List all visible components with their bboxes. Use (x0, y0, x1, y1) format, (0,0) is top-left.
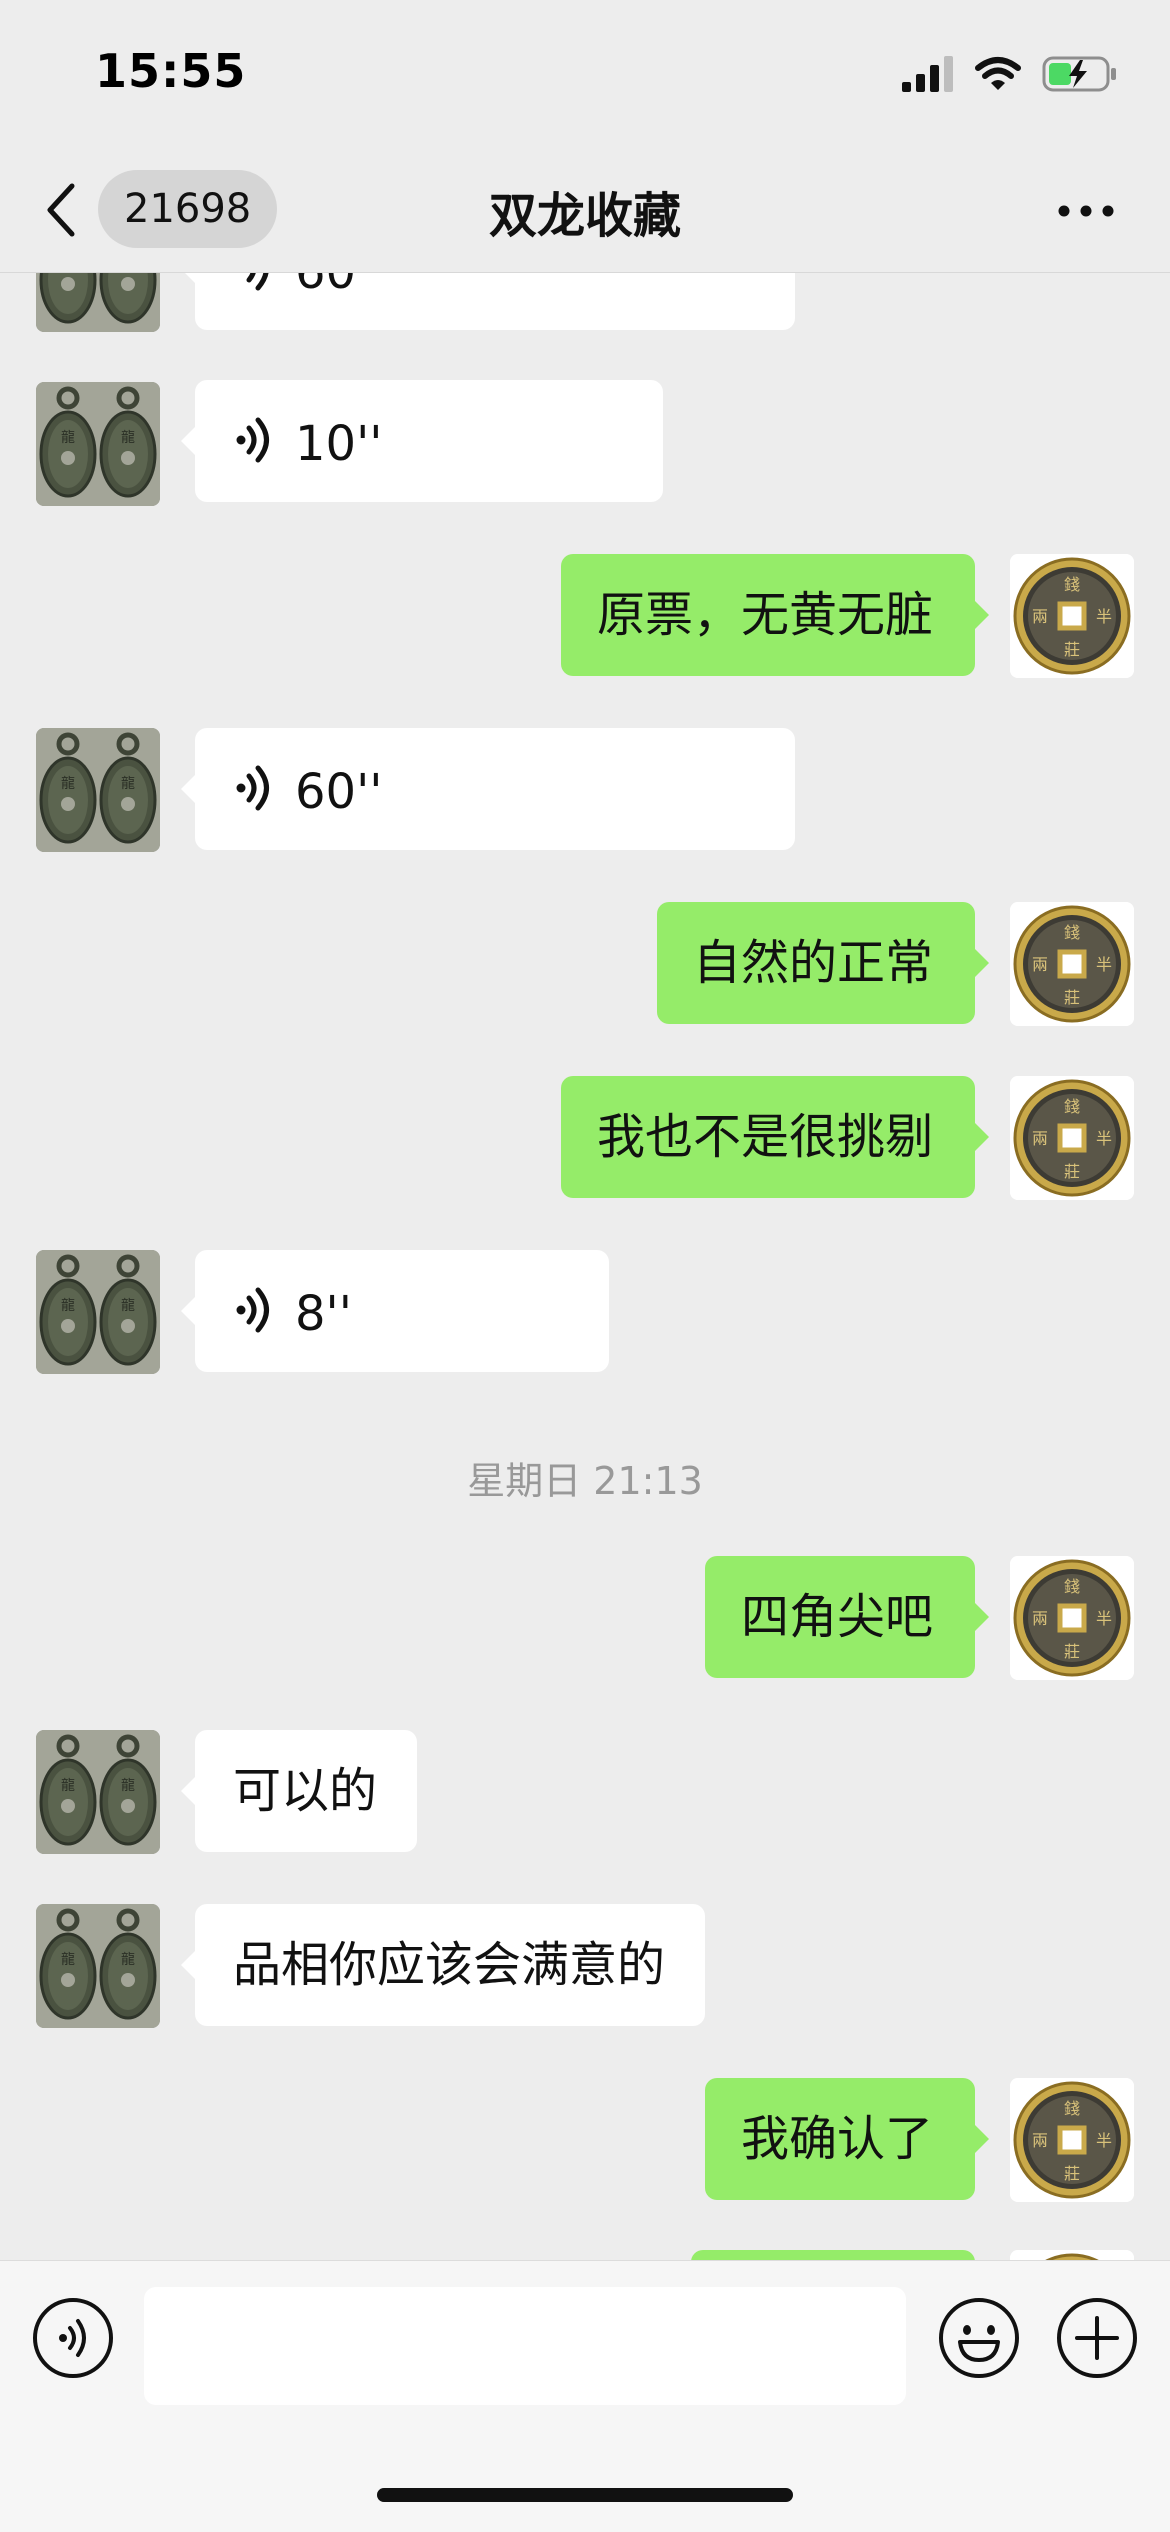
text-message-bubble[interactable]: 自然的正常 (656, 902, 990, 1024)
voice-message-bubble[interactable]: 60'' (181, 728, 795, 850)
more-dots-icon[interactable] (1054, 186, 1118, 236)
voice-message-icon (233, 416, 277, 464)
status-icons (902, 50, 1118, 98)
contact-avatar[interactable] (36, 1730, 160, 1854)
contact-avatar[interactable] (36, 1250, 160, 1374)
text-message-bubble[interactable]: 可以的 (180, 1730, 418, 1852)
voice-message-icon (233, 764, 277, 812)
voice-message-bubble[interactable]: 10'' (181, 380, 663, 502)
contact-avatar[interactable] (36, 382, 160, 506)
text-message-bubble[interactable]: 我也不是很挑剔 (560, 1076, 990, 1198)
text-message-bubble[interactable] (691, 2250, 975, 2260)
chat-screen: 15:55 21698 双龙收藏 60'' 10'' 原票，无黄无脏 60'' … (0, 0, 1170, 2532)
battery-charging-icon (1042, 56, 1116, 92)
text-message-bubble[interactable]: 我确认了 (704, 2078, 990, 2200)
text-message-bubble[interactable]: 原票，无黄无脏 (560, 554, 990, 676)
contact-avatar[interactable] (36, 1904, 160, 2028)
voice-icon[interactable] (32, 2297, 114, 2379)
contact-avatar[interactable] (36, 272, 160, 332)
signal-icon (902, 56, 953, 92)
voice-duration: 8'' (295, 1286, 352, 1342)
plus-icon[interactable] (1056, 2297, 1138, 2379)
voice-message-bubble[interactable]: 8'' (181, 1250, 609, 1372)
my-avatar[interactable] (1010, 2078, 1134, 2202)
my-avatar[interactable] (1010, 1076, 1134, 1200)
status-bar: 15:55 (0, 0, 1170, 150)
emoji-icon[interactable] (938, 2297, 1020, 2379)
voice-duration: 10'' (295, 416, 383, 472)
my-avatar[interactable] (1010, 1556, 1134, 1680)
home-indicator[interactable] (377, 2488, 793, 2502)
text-message-bubble[interactable]: 四角尖吧 (704, 1556, 990, 1678)
message-input[interactable] (144, 2287, 906, 2405)
message-list: 60'' 10'' 原票，无黄无脏 60'' 自然的正常 我也不是很挑剔 8''… (0, 272, 1170, 2260)
contact-avatar[interactable] (36, 728, 160, 852)
chat-title: 双龙收藏 (488, 188, 681, 244)
voice-message-icon (233, 1286, 277, 1334)
voice-message-icon (233, 272, 277, 292)
nav-bar: 21698 双龙收藏 (0, 150, 1170, 273)
text-message-bubble[interactable]: 品相你应该会满意的 (180, 1904, 706, 2026)
status-time: 15:55 (95, 44, 247, 98)
my-avatar[interactable] (1010, 554, 1134, 678)
wifi-icon (975, 57, 1021, 90)
my-avatar[interactable] (1010, 2250, 1134, 2260)
voice-duration: 60'' (295, 272, 383, 300)
my-avatar[interactable] (1010, 902, 1134, 1026)
voice-duration: 60'' (295, 764, 383, 820)
voice-message-bubble[interactable]: 60'' (181, 272, 795, 330)
message-timestamp: 星期日 21:13 (467, 1459, 703, 1503)
